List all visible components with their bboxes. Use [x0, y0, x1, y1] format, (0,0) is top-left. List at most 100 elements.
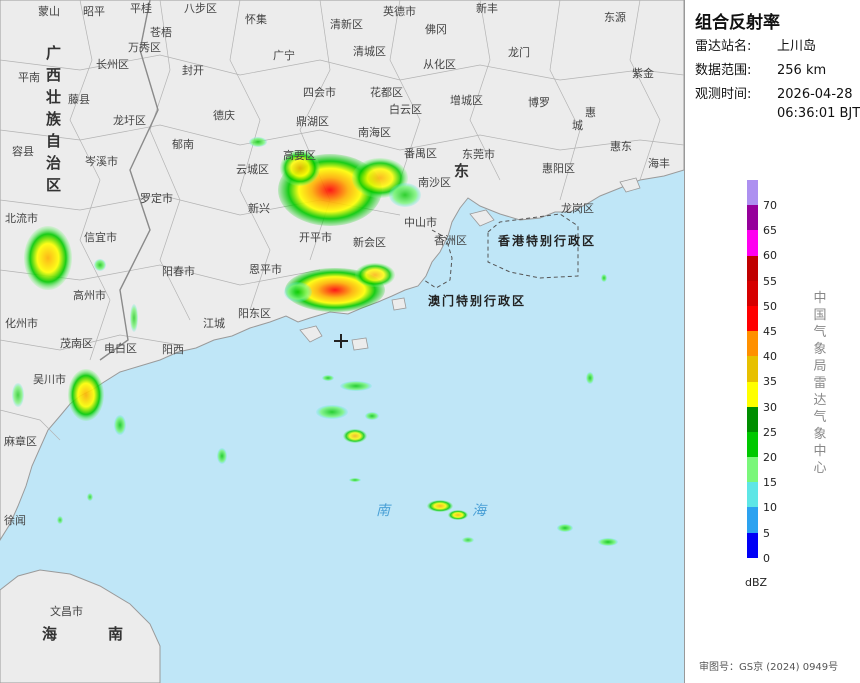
place-label: 阳春市: [162, 265, 195, 278]
place-label: 白云区: [389, 103, 422, 116]
legend-swatch: [747, 205, 758, 231]
legend-tick-label: 70: [763, 199, 777, 212]
place-label: 文昌市: [50, 605, 83, 618]
place-label: 化州市: [5, 317, 38, 330]
place-label: 东源: [604, 11, 626, 24]
place-label: 中山市: [404, 216, 437, 229]
radar-map[interactable]: 蒙山 昭平 平桂 八步区 怀集 清新区 英德市 新丰 东源 苍梧 佛冈 万秀区 广宁 清城区 从化区 龙门 长州…: [0, 0, 684, 683]
sar-label: 澳门特别行政区: [428, 294, 527, 308]
legend-tick-label: 55: [763, 274, 777, 288]
place-label: 信宜市: [84, 231, 117, 244]
province-label: 南: [108, 625, 124, 643]
legend-swatch: [747, 431, 758, 458]
province-label: 海: [42, 625, 58, 643]
hainan-land: [0, 569, 161, 683]
range-row: 数据范围: 256 km: [695, 62, 826, 80]
legend-swatch: [747, 381, 758, 407]
legend-swatch: [747, 180, 758, 206]
place-label: 龙门: [508, 46, 530, 59]
place-label: 博罗: [528, 96, 550, 109]
legend-tick-label: 50: [763, 299, 777, 313]
legend-tick-label: 45: [763, 325, 777, 338]
place-label: 惠: [585, 106, 596, 119]
place-label: 从化区: [423, 58, 456, 71]
place-label: 罗定市: [140, 192, 173, 205]
place-label: 平南: [18, 71, 40, 84]
island: [391, 297, 407, 311]
station-label: 雷达站名:: [695, 39, 752, 54]
place-label: 北流市: [5, 212, 38, 225]
legend-tick-label: 30: [763, 400, 777, 414]
place-label: 高州市: [73, 289, 106, 302]
place-label: 惠东: [610, 140, 632, 153]
time-row: 观测时间: 2026-04-28: [695, 86, 853, 104]
legend-tick-label: 0: [763, 551, 770, 565]
sar-label: 香港特别行政区: [498, 234, 597, 248]
place-label: 英德市: [383, 5, 416, 18]
legend-swatch: [747, 331, 758, 357]
legend-tick-label: 15: [763, 476, 777, 490]
place-label: 容县: [12, 145, 34, 158]
place-label: 岑溪市: [85, 155, 118, 168]
place-label: 藤县: [68, 93, 90, 106]
place-label: 惠阳区: [542, 162, 575, 175]
place-label: 番禺区: [404, 147, 437, 160]
place-label: 麻章区: [4, 435, 37, 448]
place-label: 郁南: [172, 138, 194, 151]
legend-swatch: [747, 230, 758, 256]
station-value: 上川岛: [777, 39, 817, 54]
place-label: 八步区: [184, 2, 217, 15]
place-label: 海丰: [648, 157, 670, 170]
place-label: 城: [572, 119, 583, 132]
time-label: 观测时间:: [695, 87, 752, 102]
map-canvas: [0, 0, 684, 683]
place-label: 开平市: [299, 231, 332, 244]
island: [299, 325, 323, 343]
place-label: 四会市: [303, 86, 336, 99]
place-label: 高要区: [283, 149, 316, 162]
place-label: 阳西: [162, 343, 184, 356]
time-date: 2026-04-28: [777, 87, 853, 102]
place-label: 万秀区: [128, 41, 161, 54]
island: [351, 337, 369, 351]
place-label: 南海区: [358, 126, 391, 139]
place-label: 清新区: [330, 18, 363, 31]
place-label: 昭平: [83, 5, 105, 18]
legend-swatch: [747, 255, 758, 281]
sea-label: 南: [376, 503, 392, 519]
legend-tick-label: 25: [763, 425, 777, 439]
agency-name: 中国气象局雷达气象中心: [813, 291, 827, 476]
island: [469, 209, 495, 227]
station-row: 雷达站名: 上川岛: [695, 38, 816, 56]
place-label: 龙岗区: [561, 202, 594, 215]
place-label: 东莞市: [462, 148, 495, 161]
place-label: 龙圩区: [113, 114, 146, 127]
plus-icon: [334, 334, 348, 348]
place-label: 江城: [203, 317, 225, 330]
place-label: 徐闻: [4, 514, 26, 527]
place-label: 恩平市: [249, 263, 282, 276]
legend-tick-label: 40: [763, 350, 777, 364]
place-label: 阳东区: [238, 307, 271, 320]
place-label: 封开: [182, 64, 204, 77]
product-title: 组合反射率: [695, 13, 780, 33]
legend-tick-label: 35: [763, 375, 777, 389]
place-label: 云城区: [236, 163, 269, 176]
place-label: 新兴: [248, 202, 270, 215]
legend-swatch: [747, 280, 758, 306]
place-label: 增城区: [450, 94, 483, 107]
legend-swatch: [747, 406, 758, 432]
color-legend: [747, 180, 758, 558]
place-label: 香洲区: [434, 234, 467, 247]
legend-tick-label: 10: [763, 501, 777, 515]
province-label: 广西壮族自治区: [46, 44, 62, 194]
place-label: 吴川市: [33, 373, 66, 386]
legend-tick-label: 20: [763, 451, 777, 464]
legend-swatch: [747, 457, 758, 483]
place-label: 茂南区: [60, 337, 93, 350]
legend-swatch: [747, 305, 758, 332]
legend-tick-label: 5: [763, 526, 770, 540]
review-number: 审图号：GS京 (2024) 0949号: [699, 662, 839, 673]
place-label: 怀集: [245, 13, 267, 26]
place-label: 苍梧: [150, 26, 172, 39]
